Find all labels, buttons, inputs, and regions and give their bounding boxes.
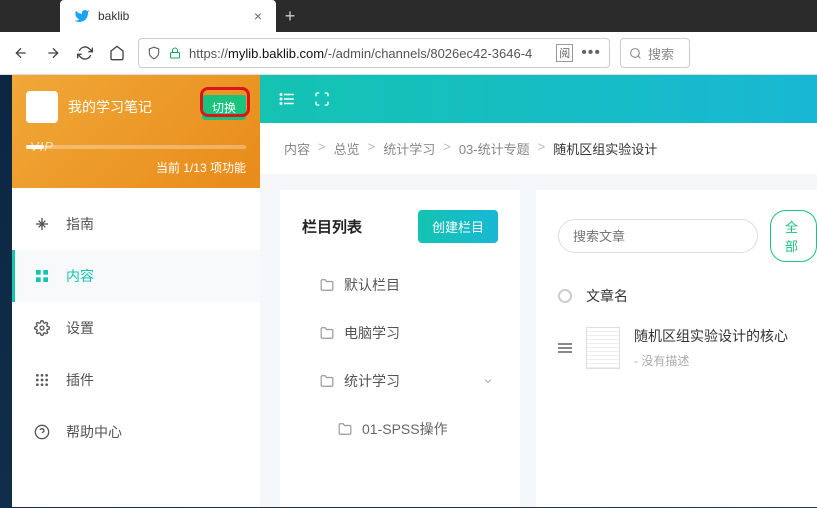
guide-icon xyxy=(34,216,50,232)
shield-icon xyxy=(147,46,161,60)
breadcrumb-separator: > xyxy=(318,139,326,158)
home-button[interactable] xyxy=(106,42,128,64)
lock-icon xyxy=(169,47,181,59)
sidebar-item-guide[interactable]: 指南 xyxy=(12,198,260,250)
article-search[interactable] xyxy=(558,219,758,253)
apps-icon xyxy=(34,372,50,388)
folder-item[interactable]: 统计学习 xyxy=(302,357,498,405)
switch-workspace-button[interactable]: 切换 xyxy=(202,95,246,120)
workspace-avatar xyxy=(26,91,58,123)
forward-button[interactable] xyxy=(42,42,64,64)
breadcrumb: 内容 > 总览 > 统计学习 >03-统计专题 > 随机区组实验设计 xyxy=(260,123,817,174)
breadcrumb-item: 随机区组实验设计 xyxy=(553,139,657,158)
sidebar-item-content[interactable]: 内容 xyxy=(12,250,260,302)
sidebar-item-label: 插件 xyxy=(66,370,94,390)
article-row[interactable]: 随机区组实验设计的核心 - 没有描述 xyxy=(558,326,817,369)
fullscreen-icon[interactable] xyxy=(314,91,330,107)
folder-icon xyxy=(320,278,334,292)
create-column-button[interactable]: 创建栏目 xyxy=(418,210,498,243)
breadcrumb-separator: > xyxy=(538,139,546,158)
folder-label: 电脑学习 xyxy=(344,323,400,343)
url-text: https://mylib.baklib.com/-/admin/channel… xyxy=(189,46,548,61)
address-bar[interactable]: https://mylib.baklib.com/-/admin/channel… xyxy=(138,38,610,68)
article-title: 随机区组实验设计的核心 xyxy=(634,326,817,346)
usage-status: 当前 1/13 项功能 xyxy=(26,159,246,176)
folder-label: 默认栏目 xyxy=(344,275,400,295)
main-toolbar xyxy=(260,75,817,123)
select-all-radio[interactable] xyxy=(558,289,572,303)
search-input[interactable] xyxy=(573,229,749,244)
column-list-title: 栏目列表 xyxy=(302,216,362,237)
sidebar-item-label: 指南 xyxy=(66,214,94,234)
folder-label: 01-SPSS操作 xyxy=(362,419,448,439)
column-panel: 栏目列表 创建栏目 默认栏目电脑学习统计学习 01-SPSS操作 xyxy=(280,190,520,507)
sidebar-item-gear[interactable]: 设置 xyxy=(12,302,260,354)
sidebar-item-label: 内容 xyxy=(66,266,94,286)
close-icon[interactable]: × xyxy=(254,8,262,24)
folder-item[interactable]: 01-SPSS操作 xyxy=(302,405,498,453)
breadcrumb-separator: > xyxy=(443,139,451,158)
sidebar-item-apps[interactable]: 插件 xyxy=(12,354,260,406)
gear-icon xyxy=(34,320,50,336)
breadcrumb-item[interactable]: 03-统计专题 xyxy=(459,139,530,158)
usage-bar xyxy=(26,145,246,149)
list-icon[interactable] xyxy=(278,90,296,108)
sidebar-item-label: 设置 xyxy=(66,318,94,338)
drag-handle-icon[interactable] xyxy=(558,343,572,353)
reload-button[interactable] xyxy=(74,42,96,64)
article-list-header: 文章名 xyxy=(558,286,817,306)
folder-icon xyxy=(320,374,334,388)
back-button[interactable] xyxy=(10,42,32,64)
article-thumbnail xyxy=(586,327,620,369)
sidebar-item-help[interactable]: 帮助中心 xyxy=(12,406,260,458)
breadcrumb-item[interactable]: 统计学习 xyxy=(383,139,435,158)
browser-tab[interactable]: baklib × xyxy=(60,0,276,32)
page-actions-icon[interactable]: ••• xyxy=(581,44,601,62)
content-icon xyxy=(34,268,50,284)
breadcrumb-item[interactable]: 总览 xyxy=(334,139,360,158)
search-icon xyxy=(629,47,642,60)
breadcrumb-item[interactable]: 内容 xyxy=(284,139,310,158)
workspace-title: 我的学习笔记 xyxy=(68,97,192,117)
filter-all-button[interactable]: 全部 xyxy=(770,210,817,262)
folder-icon xyxy=(320,326,334,340)
folder-item[interactable]: 默认栏目 xyxy=(302,261,498,309)
article-panel: 全部 文章名 随机区组实验设计的核心 - 没有描述 xyxy=(536,190,817,507)
new-tab-button[interactable]: + xyxy=(276,0,304,32)
reader-mode-icon[interactable]: 阅 xyxy=(556,44,573,62)
folder-icon xyxy=(338,422,352,436)
folder-label: 统计学习 xyxy=(344,371,400,391)
folder-item[interactable]: 电脑学习 xyxy=(302,309,498,357)
tab-title: baklib xyxy=(98,9,246,23)
workspace-card: 我的学习笔记 切换 VIP 当前 1/13 项功能 xyxy=(12,75,260,188)
browser-search[interactable]: 搜索 xyxy=(620,38,690,68)
bird-icon xyxy=(74,8,90,24)
help-icon xyxy=(34,424,50,440)
sidebar-item-label: 帮助中心 xyxy=(66,422,122,442)
breadcrumb-separator: > xyxy=(368,139,376,158)
chevron-down-icon xyxy=(482,375,494,387)
article-description: - 没有描述 xyxy=(634,352,817,369)
